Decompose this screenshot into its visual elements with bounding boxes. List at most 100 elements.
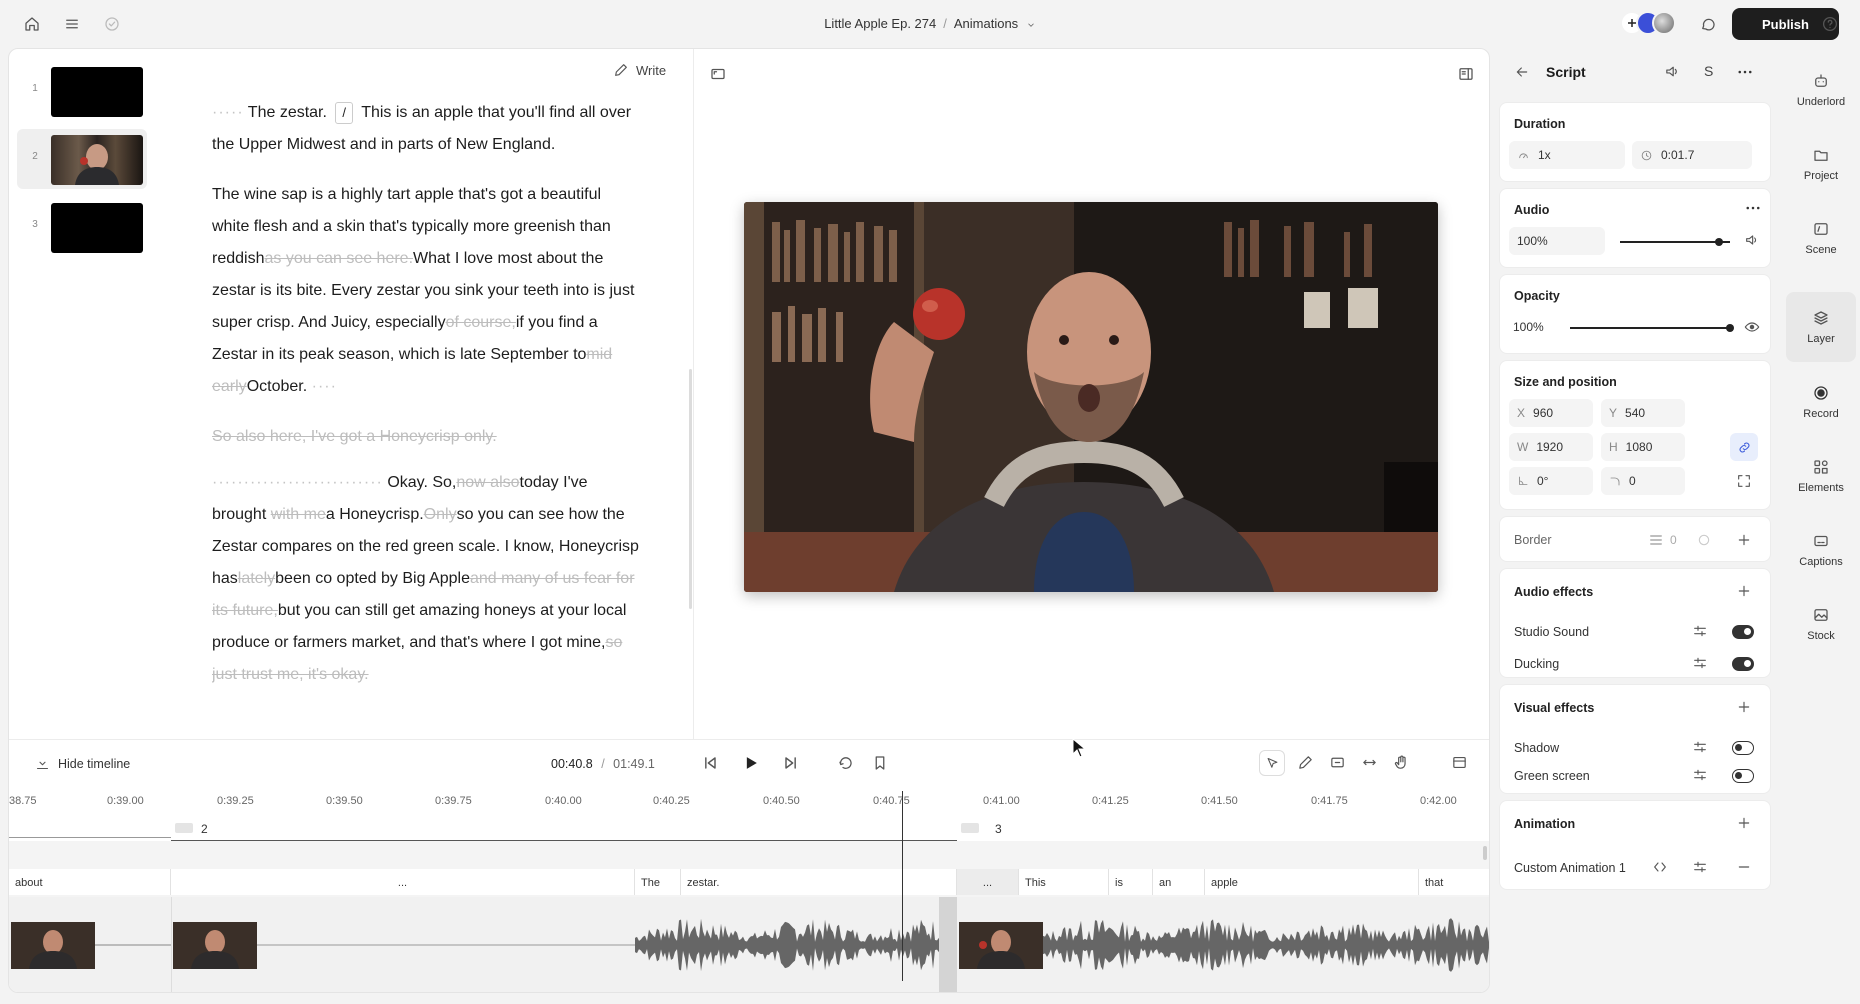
aspect-lock-button[interactable] [1730,433,1758,461]
timeline-layout-button[interactable] [1451,754,1468,771]
animation-item-label[interactable]: Custom Animation 1 [1514,861,1626,875]
audio-more-button[interactable] [1744,199,1762,217]
scene-thumbnail-1[interactable]: 1 [17,61,147,121]
write-button[interactable]: Write [613,62,666,78]
opacity-field[interactable]: 100% [1509,313,1561,341]
scene-thumbnail-3[interactable]: 3 [17,197,147,257]
collaborators[interactable] [1620,11,1676,35]
ducking-toggle[interactable] [1732,657,1754,671]
deleted-text[interactable]: Only [424,506,457,523]
minus-icon[interactable] [1736,859,1752,875]
deleted-text[interactable]: with me [271,506,326,523]
scene-clip-3[interactable]: 3 [957,817,1489,841]
y-field[interactable]: Y 540 [1601,399,1685,427]
pause-chip[interactable]: ... [171,869,635,895]
more-options-button[interactable] [1736,63,1754,81]
hand-tool[interactable] [1393,754,1410,771]
composition-selector[interactable]: Animations [954,16,1018,31]
word-chip[interactable]: apple [1205,869,1419,895]
plus-icon[interactable] [1736,532,1752,548]
corner-radius-field[interactable]: 0 [1601,467,1685,495]
avatar[interactable] [1652,11,1676,35]
deleted-text[interactable]: of course, [446,314,516,331]
scene-break-marker[interactable]: / [335,102,354,124]
word-chip[interactable]: about [9,869,171,895]
back-button[interactable] [1514,64,1530,80]
deleted-text[interactable]: So also here, I've got a Honeycrisp only… [212,428,497,445]
pause-marker[interactable]: ···· [312,378,337,395]
word-chip[interactable]: an [1153,869,1205,895]
project-title[interactable]: Little Apple Ep. 274 [824,16,936,31]
select-tool[interactable] [1259,750,1285,776]
plus-icon[interactable] [1736,815,1752,831]
x-field[interactable]: X 960 [1509,399,1593,427]
skip-forward-button[interactable] [781,753,801,773]
script-text[interactable]: been co opted by Big Apple [275,570,470,587]
visibility-button[interactable] [1744,319,1760,335]
script-text[interactable]: Okay. So, [387,474,456,491]
rail-item-project[interactable]: Project [1786,132,1856,196]
pause-marker[interactable]: ····· [212,104,244,121]
script-text[interactable]: The zestar. [248,104,327,121]
play-button[interactable] [741,753,761,773]
slider-knob[interactable] [1726,324,1734,332]
width-field[interactable]: W 1920 [1509,433,1593,461]
rail-item-elements[interactable]: Elements [1786,444,1856,508]
sliders-icon[interactable] [1692,623,1708,639]
sliders-icon[interactable] [1692,739,1708,755]
deleted-text[interactable]: now also [456,474,519,491]
stretch-tool[interactable] [1361,754,1378,771]
word-chip[interactable]: is [1109,869,1153,895]
loop-button[interactable] [837,754,855,772]
speaker-label[interactable]: S [1704,63,1713,79]
duration-field[interactable]: 0:01.7 [1632,141,1752,169]
fit-to-frame-button[interactable] [1736,473,1752,489]
aspect-ratio-button[interactable] [709,65,727,83]
word-chip[interactable]: zestar. [681,869,957,895]
voice-button[interactable] [1664,63,1681,80]
sliders-icon[interactable] [1692,859,1708,875]
timeline-tracks[interactable]: 2 3 about ... The zestar. ... This is an… [9,817,1489,992]
opacity-slider[interactable] [1570,324,1734,332]
skip-back-button[interactable] [700,753,720,773]
razor-tool[interactable] [1297,754,1314,771]
sliders-icon[interactable] [1692,767,1708,783]
sliders-icon[interactable] [1692,655,1708,671]
green-screen-toggle[interactable] [1732,769,1754,783]
rail-item-layer[interactable]: Layer [1786,292,1856,362]
media-track[interactable] [9,897,1489,992]
script-scrollbar[interactable] [689,369,692,609]
deleted-text[interactable]: as you can see here. [264,250,413,267]
pause-marker[interactable]: ··························· [212,474,383,491]
word-chip[interactable]: that [1419,869,1489,895]
script-text[interactable]: October. [247,378,307,395]
shadow-toggle[interactable] [1732,741,1754,755]
help-button[interactable] [1818,12,1842,36]
keyframe-icon[interactable] [1652,859,1668,875]
volume-field[interactable]: 100% [1509,227,1605,255]
rotation-field[interactable]: 0° [1509,467,1593,495]
rail-item-scene[interactable]: Scene [1786,206,1856,270]
timeline-ruler[interactable]: 38.75 0:39.00 0:39.25 0:39.50 0:39.75 0:… [9,789,1489,817]
word-chip[interactable]: The [635,869,681,895]
scene-thumbnail-2[interactable]: 2 [17,129,147,189]
video-preview[interactable] [744,202,1438,592]
hide-timeline-button[interactable]: Hide timeline [35,756,130,771]
rail-item-stock[interactable]: Stock [1786,592,1856,656]
slip-tool[interactable] [1329,754,1346,771]
deleted-text[interactable]: lately [238,570,275,587]
word-chip[interactable]: This [1019,869,1109,895]
plus-icon[interactable] [1736,699,1752,715]
studio-sound-toggle[interactable] [1732,625,1754,639]
border-width-value[interactable]: 0 [1670,533,1677,547]
plus-icon[interactable] [1736,583,1752,599]
height-field[interactable]: H 1080 [1601,433,1685,461]
scene-clip-2[interactable]: 2 [171,817,957,841]
bookmark-button[interactable] [871,754,889,772]
mute-button[interactable] [1744,232,1760,248]
comments-button[interactable] [1696,12,1720,36]
track-scroll-handle[interactable] [1483,846,1487,860]
rail-item-record[interactable]: Record [1786,370,1856,434]
speed-field[interactable]: 1x [1509,141,1625,169]
playhead[interactable] [902,791,903,981]
